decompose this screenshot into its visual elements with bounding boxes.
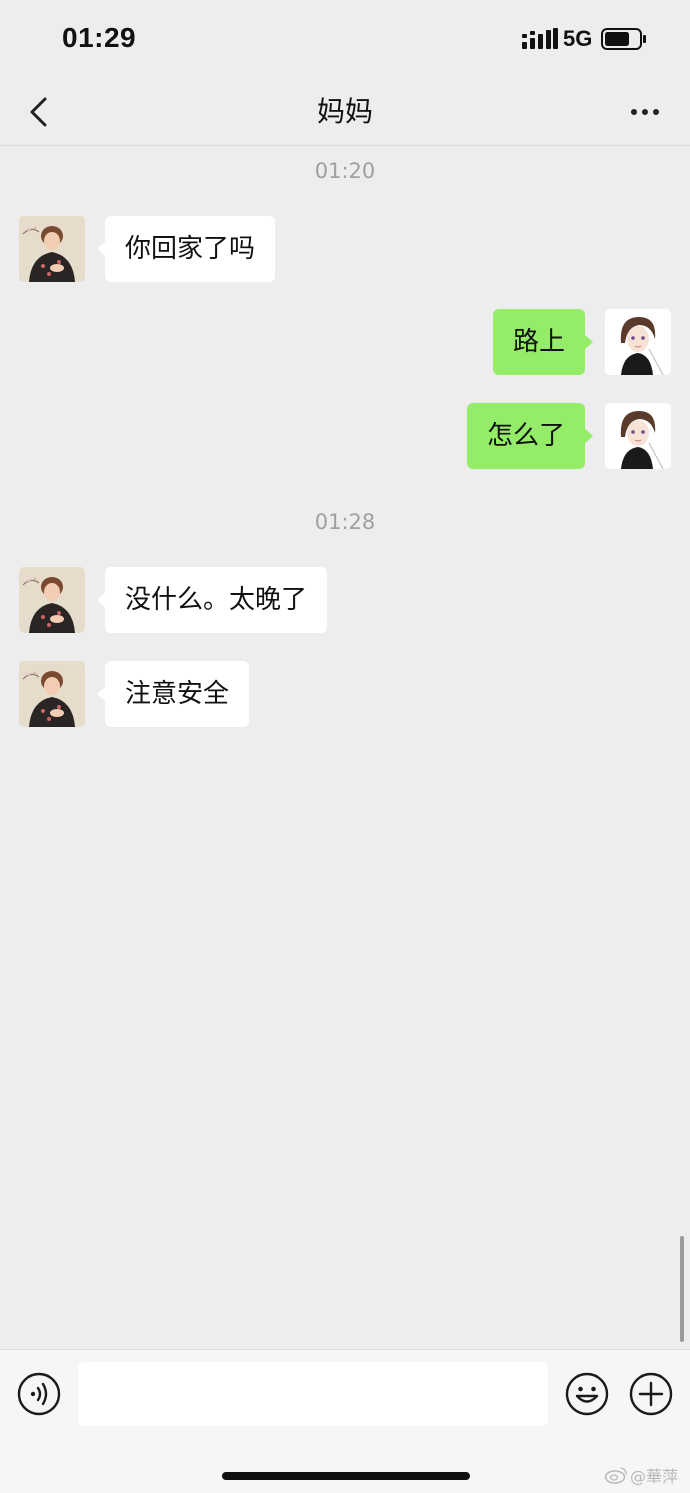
chat-title: 妈妈 [316,95,373,128]
plus-button[interactable] [629,1372,673,1416]
avatar-mom[interactable] [19,216,85,282]
message-input[interactable] [78,1362,548,1426]
home-indicator[interactable] [222,1472,470,1480]
plus-icon [629,1372,673,1416]
network-label: 5G [563,26,593,51]
message-bubble-incoming[interactable]: 没什么。太晚了 [96,567,328,633]
avatar-self[interactable] [605,403,671,469]
nav-bar: 妈妈 [0,78,690,146]
watermark-handle: @華萍 [630,1467,679,1486]
status-bar: 01:29 5G [0,0,690,78]
message-bubble-outgoing[interactable]: 路上 [492,309,594,375]
signal-icon [522,28,558,49]
message-row: 你回家了吗 [0,216,690,282]
timestamp: 01:28 [314,510,376,534]
message-bubble-outgoing[interactable]: 怎么了 [466,403,594,469]
timestamp: 01:20 [314,159,376,183]
weibo-icon [604,1467,627,1484]
voice-icon [17,1372,61,1416]
battery-icon [601,28,646,50]
message-bubble-incoming[interactable]: 你回家了吗 [96,216,276,282]
message-row: 没什么。太晚了 [0,567,690,633]
message-row: 注意安全 [0,661,690,727]
watermark: @華萍 [604,1464,678,1486]
message-row: 怎么了 [0,403,690,469]
input-bar: @華萍 [0,1349,690,1493]
message-bubble-incoming[interactable]: 注意安全 [96,661,250,727]
more-dots-icon [631,109,637,115]
avatar-mom[interactable] [19,661,85,727]
emoji-button[interactable] [565,1372,609,1416]
status-time: 01:29 [62,22,137,53]
more-button[interactable] [622,92,668,132]
voice-button[interactable] [17,1372,61,1416]
avatar-mom[interactable] [19,567,85,633]
message-row: 路上 [0,309,690,375]
avatar-self[interactable] [605,309,671,375]
emoji-icon [565,1372,609,1416]
scrollbar-thumb[interactable] [680,1236,684,1342]
